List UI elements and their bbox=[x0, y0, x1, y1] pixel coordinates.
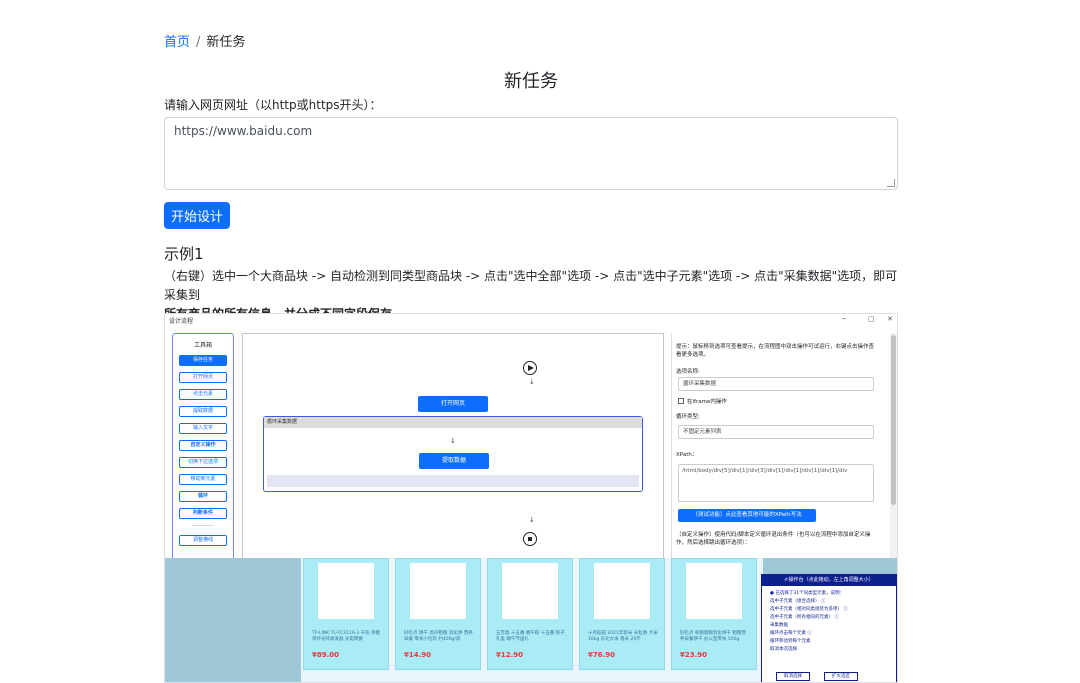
product-listing: TP-LINK TL-FC311A-3 千兆 单模单纤光纤收发器 光电转换 ¥8… bbox=[165, 558, 897, 682]
minimize-icon: − bbox=[841, 315, 847, 323]
product-name: TP-LINK TL-FC311A-3 千兆 单模单纤光纤收发器 光电转换 bbox=[312, 631, 381, 642]
flow-loop-label: 循环采集数据 bbox=[264, 417, 642, 428]
xpath-field: /html/body/div[5]/div[1]/div[3]/div[1]/d… bbox=[678, 464, 874, 502]
product-price: ¥23.90 bbox=[680, 651, 708, 659]
stop-icon bbox=[523, 532, 537, 546]
toolbox-custom-button: 自定义操作 bbox=[179, 440, 227, 451]
product-card: 好吃点 饼干 高纤粗粮 消化饼 营养早餐 零食小包装 约400g/袋 ¥14.9… bbox=[395, 558, 481, 670]
iframe-label: 在iframe内操作 bbox=[687, 399, 727, 405]
operation-console: ✍操作台（点此拖动，左上角调整大小） ● 已选择了31个同类型元素，说明： 选中… bbox=[761, 574, 897, 682]
breadcrumb-current: 新任务 bbox=[206, 35, 246, 50]
product-image bbox=[318, 563, 374, 619]
product-price: ¥14.90 bbox=[404, 651, 432, 659]
close-icon: ✕ bbox=[887, 315, 893, 323]
console-line: ● 已选择了31个同类型元素，说明： bbox=[770, 591, 845, 596]
url-input-value: https://www.baidu.com bbox=[174, 124, 313, 138]
product-card: TP-LINK TL-FC311A-3 千兆 单模单纤光纤收发器 光电转换 ¥8… bbox=[303, 558, 389, 670]
panel-tip: 提示：鼠标移到选项可查看提示，在流程图中双击操作可试运行，右键点击操作查看更多选… bbox=[676, 344, 875, 358]
toolbox-open-page-button: 打开网页 bbox=[179, 372, 227, 383]
product-name: 十月稻田 2021年新米 长粒香 大米 10kg 东北大米 香米 20斤 bbox=[588, 631, 658, 642]
product-image bbox=[410, 563, 466, 619]
window-title: 设计流程 bbox=[169, 318, 194, 325]
product-card: 十月稻田 2021年新米 长粒香 大米 10kg 东北大米 香米 20斤 ¥76… bbox=[579, 558, 665, 670]
console-expand-button: 扩大选区 bbox=[824, 672, 858, 681]
product-card: 好吃点 杂粮粗粮消化饼干 粗粮营养早餐饼干 办公室零食 500g ¥23.90 bbox=[671, 558, 757, 670]
breadcrumb-home-link[interactable]: 首页 bbox=[164, 35, 190, 50]
console-line: 循环点击每个元素 ⓘ bbox=[770, 631, 812, 636]
product-image bbox=[686, 563, 742, 619]
example-description-text: （右键）选中一个大商品块 -> 自动检测到同类型商品块 -> 点击"选中全部"选… bbox=[164, 269, 898, 302]
toolbox-input-button: 输入文字 bbox=[179, 423, 227, 434]
option-name-field: 循环采集数据 bbox=[678, 377, 874, 391]
toolbox-condition-button: 判断条件 bbox=[179, 508, 227, 519]
url-input[interactable]: https://www.baidu.com bbox=[164, 117, 898, 190]
flow-open-page-node: 打开网页 bbox=[418, 396, 488, 412]
resize-handle-icon[interactable] bbox=[887, 179, 895, 187]
window-titlebar: 设计流程 − ▢ ✕ bbox=[165, 314, 897, 326]
toolbox-switch-option-button: 切换下拉选项 bbox=[179, 457, 227, 468]
xpath-label: XPath： bbox=[676, 452, 698, 458]
breadcrumb-separator: / bbox=[196, 35, 201, 50]
console-cancel-button: 取消选择 bbox=[776, 672, 810, 681]
flow-extract-node: 提取数据 bbox=[419, 453, 489, 469]
flow-loop-footer bbox=[267, 475, 639, 487]
console-line: 选中子元素（所有相同的元素） ⓘ bbox=[770, 615, 839, 620]
product-card: 五芳斋 十五番 端午粽 十五番 粽子礼盒 端午节送礼 ¥12.90 bbox=[487, 558, 573, 670]
console-line: 循环移动到每个元素 bbox=[770, 639, 811, 644]
panel-scrollbar bbox=[890, 333, 897, 563]
console-line: 选中子元素（组合选择） ⓘ bbox=[770, 599, 826, 604]
toolbox-adjust-button: 调整横线 bbox=[179, 535, 227, 546]
url-label: 请输入网页网址（以http或https开头）： bbox=[164, 98, 382, 112]
flow-canvas: ↓ 打开网页 ↓ 循环采集数据 ↓ 提取数据 ↓ bbox=[242, 333, 664, 563]
toolbox-header: 工具箱 bbox=[193, 342, 212, 349]
custom-note: （自定义操作）使用代码/脚本定义循环退出条件（也可以在流程中添加自定义操作，然后… bbox=[676, 532, 871, 546]
play-icon bbox=[523, 361, 537, 375]
toolbox-panel: 工具箱 保存任务 打开网页 点击元素 提取数据 输入文字 自定义操作 切换下拉选… bbox=[172, 333, 234, 563]
product-price: ¥76.90 bbox=[588, 651, 616, 659]
breadcrumb: 首页 / 新任务 bbox=[164, 31, 245, 50]
toolbox-divider: ------------ bbox=[192, 523, 214, 529]
product-image bbox=[502, 563, 558, 619]
toolbox-move-button: 移动到元素 bbox=[179, 474, 227, 485]
console-header: ✍操作台（点此拖动，左上角调整大小） bbox=[762, 575, 896, 586]
option-name-label: 选项名称: bbox=[676, 369, 700, 375]
options-panel: 提示：鼠标移到选项可查看提示，在流程图中双击操作可试运行，右键点击操作查看更多选… bbox=[671, 333, 891, 563]
product-area: TP-LINK TL-FC311A-3 千兆 单模单纤光纤收发器 光电转换 ¥8… bbox=[301, 558, 763, 682]
product-name: 好吃点 饼干 高纤粗粮 消化饼 营养早餐 零食小包装 约400g/袋 bbox=[404, 631, 473, 642]
flow-loop-node: 循环采集数据 ↓ 提取数据 bbox=[263, 416, 643, 492]
page-title: 新任务 bbox=[504, 71, 558, 92]
loop-type-select: 不固定元素列表 bbox=[678, 425, 874, 439]
loop-type-label: 循环类型: bbox=[676, 414, 700, 420]
toolbox-click-button: 点击元素 bbox=[179, 389, 227, 400]
xpath-test-button: （测试功能）点此查看其他可能的XPath写法 bbox=[678, 509, 816, 522]
product-price: ¥12.90 bbox=[496, 651, 524, 659]
maximize-icon: ▢ bbox=[868, 315, 875, 323]
product-name: 好吃点 杂粮粗粮消化饼干 粗粮营养早餐饼干 办公室零食 500g bbox=[680, 631, 746, 642]
toolbox-save-button: 保存任务 bbox=[179, 355, 227, 366]
example-title: 示例1 bbox=[164, 245, 204, 263]
flow-arrow: ↓ bbox=[450, 437, 456, 445]
toolbox-extract-button: 提取数据 bbox=[179, 406, 227, 417]
iframe-checkbox bbox=[678, 398, 684, 404]
start-design-button[interactable]: 开始设计 bbox=[164, 202, 230, 229]
console-line: 采集数据 bbox=[770, 623, 788, 628]
console-line: 选中子元素（相对同类组装为多项） ⓘ bbox=[770, 607, 848, 612]
flow-arrow: ↓ bbox=[529, 516, 535, 524]
product-price: ¥89.00 bbox=[312, 651, 340, 659]
example-screenshot: 设计流程 − ▢ ✕ 工具箱 保存任务 打开网页 点击元素 提取数据 输入文字 … bbox=[164, 313, 898, 683]
console-line: 取消本次选择 bbox=[770, 647, 797, 652]
product-image bbox=[594, 563, 650, 619]
product-name: 五芳斋 十五番 端午粽 十五番 粽子礼盒 端午节送礼 bbox=[496, 631, 565, 642]
flow-arrow: ↓ bbox=[529, 378, 535, 386]
toolbox-loop-button: 循环 bbox=[179, 491, 227, 502]
